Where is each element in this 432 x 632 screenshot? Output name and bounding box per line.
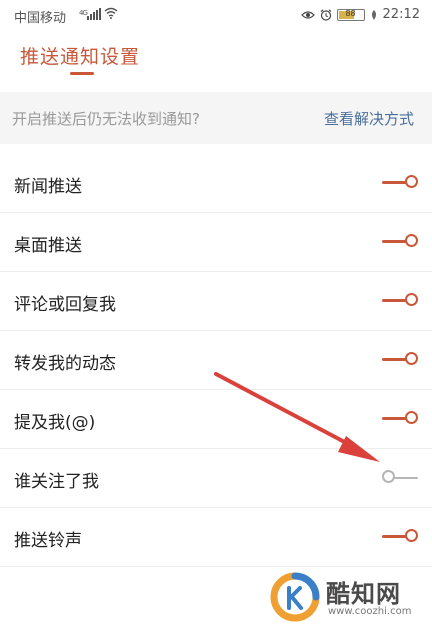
watermark-url: www.coozhi.com [328,606,412,617]
signal-icon [87,8,101,20]
battery-icon: 88 [336,8,365,21]
setting-label: 提及我(@) [14,413,96,433]
toggle-knob [405,234,418,247]
settings-list: 新闻推送 桌面推送 评论或回复我 转发我的动态 提及我(@) 谁关注了我 推送铃… [0,154,432,567]
setting-row: 转发我的动态 [0,331,432,390]
setting-label: 桌面推送 [14,236,82,256]
toggle-knob [405,352,418,365]
push-ringtone-toggle[interactable] [382,529,418,545]
notice-text: 开启推送后仍无法收到通知? [12,110,200,128]
news-push-toggle[interactable] [382,175,418,191]
toggle-knob [405,529,418,542]
toggle-knob [405,175,418,188]
watermark: 酷知网 www.coozhi.com [270,572,420,624]
alarm-icon [320,8,331,21]
comment-reply-toggle[interactable] [382,293,418,309]
toggle-knob [405,411,418,424]
desktop-push-toggle[interactable] [382,234,418,250]
setting-label: 谁关注了我 [14,472,99,492]
solution-link[interactable]: 查看解决方式 [324,108,414,129]
toggle-knob [382,470,395,483]
toggle-knob [405,293,418,306]
toggle-track [394,477,418,479]
clock: 22:12 [382,7,420,22]
leaf-icon [371,9,376,20]
watermark-name: 酷知网 [326,580,401,608]
setting-label: 新闻推送 [14,177,82,197]
repost-toggle[interactable] [382,352,418,368]
notice-bar: 开启推送后仍无法收到通知? 查看解决方式 [0,92,432,144]
mention-toggle[interactable] [382,411,418,427]
setting-row: 提及我(@) [0,390,432,449]
setting-row: 评论或回复我 [0,272,432,331]
setting-label: 转发我的动态 [14,354,116,374]
setting-row: 桌面推送 [0,213,432,272]
setting-label: 推送铃声 [14,531,82,551]
network-type: 4G [79,9,88,17]
setting-row: 推送铃声 [0,508,432,567]
setting-row: 谁关注了我 [0,449,432,508]
coozhi-logo-icon [270,572,320,622]
status-bar: 中国移动 4G 88 22:12 [0,0,432,32]
setting-label: 评论或回复我 [14,295,116,315]
carrier-name: 中国移动 [14,11,67,26]
wifi-icon [104,7,118,19]
setting-row: 新闻推送 [0,154,432,213]
page-title: 推送通知设置 [20,46,141,68]
title-underline [70,72,94,75]
battery-level: 88 [345,8,356,18]
eye-icon [300,10,315,19]
new-follower-toggle[interactable] [382,470,418,486]
